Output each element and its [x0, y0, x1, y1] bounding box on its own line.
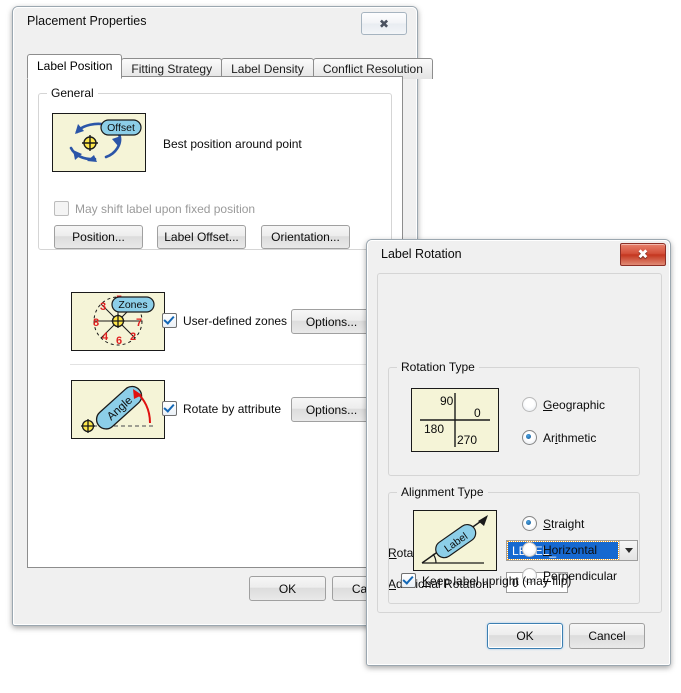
parent-title: Placement Properties	[27, 14, 147, 28]
label-offset-button-label: Label Offset...	[164, 230, 239, 244]
offset-preview-image: Offset	[52, 113, 146, 172]
may-shift-label-checkbox[interactable]	[54, 201, 69, 216]
tick-270: 270	[457, 433, 477, 447]
rotate-options-button[interactable]: Options...	[291, 397, 372, 422]
rotation-type-legend: Rotation Type	[397, 360, 479, 374]
zones-options-button[interactable]: Options...	[291, 309, 372, 334]
rotation-type-geographic-row[interactable]: Geographic	[522, 397, 605, 412]
placement-properties-dialog: Placement Properties ✖ Label Position Fi…	[12, 6, 433, 626]
parent-titlebar[interactable]: Placement Properties ✖	[13, 7, 417, 37]
rotate-options-button-label: Options...	[305, 402, 358, 417]
may-shift-label-checkbox-row[interactable]: May shift label upon fixed position	[54, 201, 255, 216]
tab-panel-label-position: General Offset Best position around poin…	[27, 76, 403, 568]
user-defined-zones-checkbox-row[interactable]: User-defined zones	[162, 313, 287, 328]
parent-ok-label: OK	[278, 581, 297, 596]
rotation-type-group: Rotation Type 90 0 180 270 Geographic Ar…	[388, 360, 640, 476]
may-shift-label-label: May shift label upon fixed position	[75, 201, 256, 216]
close-icon[interactable]: ✖	[361, 12, 407, 35]
alignment-straight-radio[interactable]	[522, 516, 537, 531]
zone-number: 7	[136, 317, 142, 329]
parent-ok-button[interactable]: OK	[249, 576, 326, 601]
zone-number: 6	[116, 335, 122, 347]
keep-label-upright-checkbox[interactable]	[401, 573, 416, 588]
user-defined-zones-label: User-defined zones	[183, 313, 288, 328]
tab-label: Fitting Strategy	[131, 62, 213, 76]
tick-90: 90	[440, 394, 454, 408]
rotation-type-arithmetic-radio[interactable]	[522, 430, 537, 445]
rotation-type-preview-image: 90 0 180 270	[411, 388, 499, 452]
orientation-button[interactable]: Orientation...	[261, 225, 350, 249]
general-legend: General	[47, 86, 98, 100]
angle-preview-image: Angle	[71, 380, 165, 439]
tab-label: Conflict Resolution	[322, 62, 423, 76]
position-button[interactable]: Position...	[54, 225, 143, 249]
alignment-horizontal-row[interactable]: Horizontal	[522, 542, 597, 557]
alignment-horizontal-radio[interactable]	[522, 542, 537, 557]
screen: Placement Properties ✖ Label Position Fi…	[0, 0, 681, 693]
zones-preview-label: Zones	[118, 299, 147, 311]
zone-number: 3	[100, 301, 106, 313]
tab-label-position[interactable]: Label Position	[27, 54, 123, 79]
alignment-type-legend: Alignment Type	[397, 485, 488, 499]
general-group: General Offset Best position around poin…	[38, 86, 392, 250]
zones-options-button-label: Options...	[305, 314, 358, 329]
user-defined-zones-checkbox[interactable]	[162, 313, 177, 328]
keep-label-upright-row[interactable]: Keep label upright (may flip)	[401, 573, 571, 588]
general-description: Best position around point	[163, 137, 302, 151]
tab-label: Label Density	[231, 62, 304, 76]
divider	[70, 364, 370, 365]
zone-number: 4	[102, 331, 109, 343]
alignment-type-preview-image: Label	[413, 510, 497, 571]
rotate-by-attribute-checkbox-row[interactable]: Rotate by attribute	[162, 401, 281, 416]
position-button-label: Position...	[72, 230, 125, 244]
child-cancel-button[interactable]: Cancel	[569, 623, 645, 649]
zones-preview-image: 3 5 8 7 4 6 2 Zones	[71, 292, 165, 351]
alignment-straight-row[interactable]: Straight	[522, 516, 584, 531]
label-rotation-dialog: Label Rotation ✖ Rotation Field: LEVEL_ …	[366, 239, 671, 666]
label-offset-button[interactable]: Label Offset...	[157, 225, 246, 249]
orientation-button-label: Orientation...	[271, 230, 340, 244]
tick-0: 0	[474, 406, 481, 420]
rotation-type-geographic-label: Geographic	[543, 397, 606, 412]
zone-number: 8	[93, 317, 99, 329]
rotate-by-attribute-label: Rotate by attribute	[183, 401, 282, 416]
rotation-type-geographic-radio[interactable]	[522, 397, 537, 412]
alignment-straight-label: Straight	[543, 516, 585, 531]
close-icon[interactable]: ✖	[620, 243, 666, 266]
offset-preview-label: Offset	[107, 122, 135, 134]
tick-180: 180	[424, 422, 444, 436]
child-cancel-label: Cancel	[588, 629, 626, 643]
tab-label: Label Position	[37, 59, 113, 73]
rotate-by-attribute-checkbox[interactable]	[162, 401, 177, 416]
rotation-type-arithmetic-row[interactable]: Arithmetic	[522, 430, 596, 445]
child-ok-label: OK	[516, 629, 534, 643]
rotation-type-arithmetic-label: Arithmetic	[543, 430, 597, 445]
keep-label-upright-label: Keep label upright (may flip)	[422, 573, 572, 588]
zone-number: 2	[130, 331, 136, 343]
alignment-horizontal-label: Horizontal	[543, 542, 598, 557]
child-ok-button[interactable]: OK	[487, 623, 563, 649]
child-titlebar[interactable]: Label Rotation ✖	[367, 240, 670, 270]
child-title: Label Rotation	[381, 247, 462, 261]
